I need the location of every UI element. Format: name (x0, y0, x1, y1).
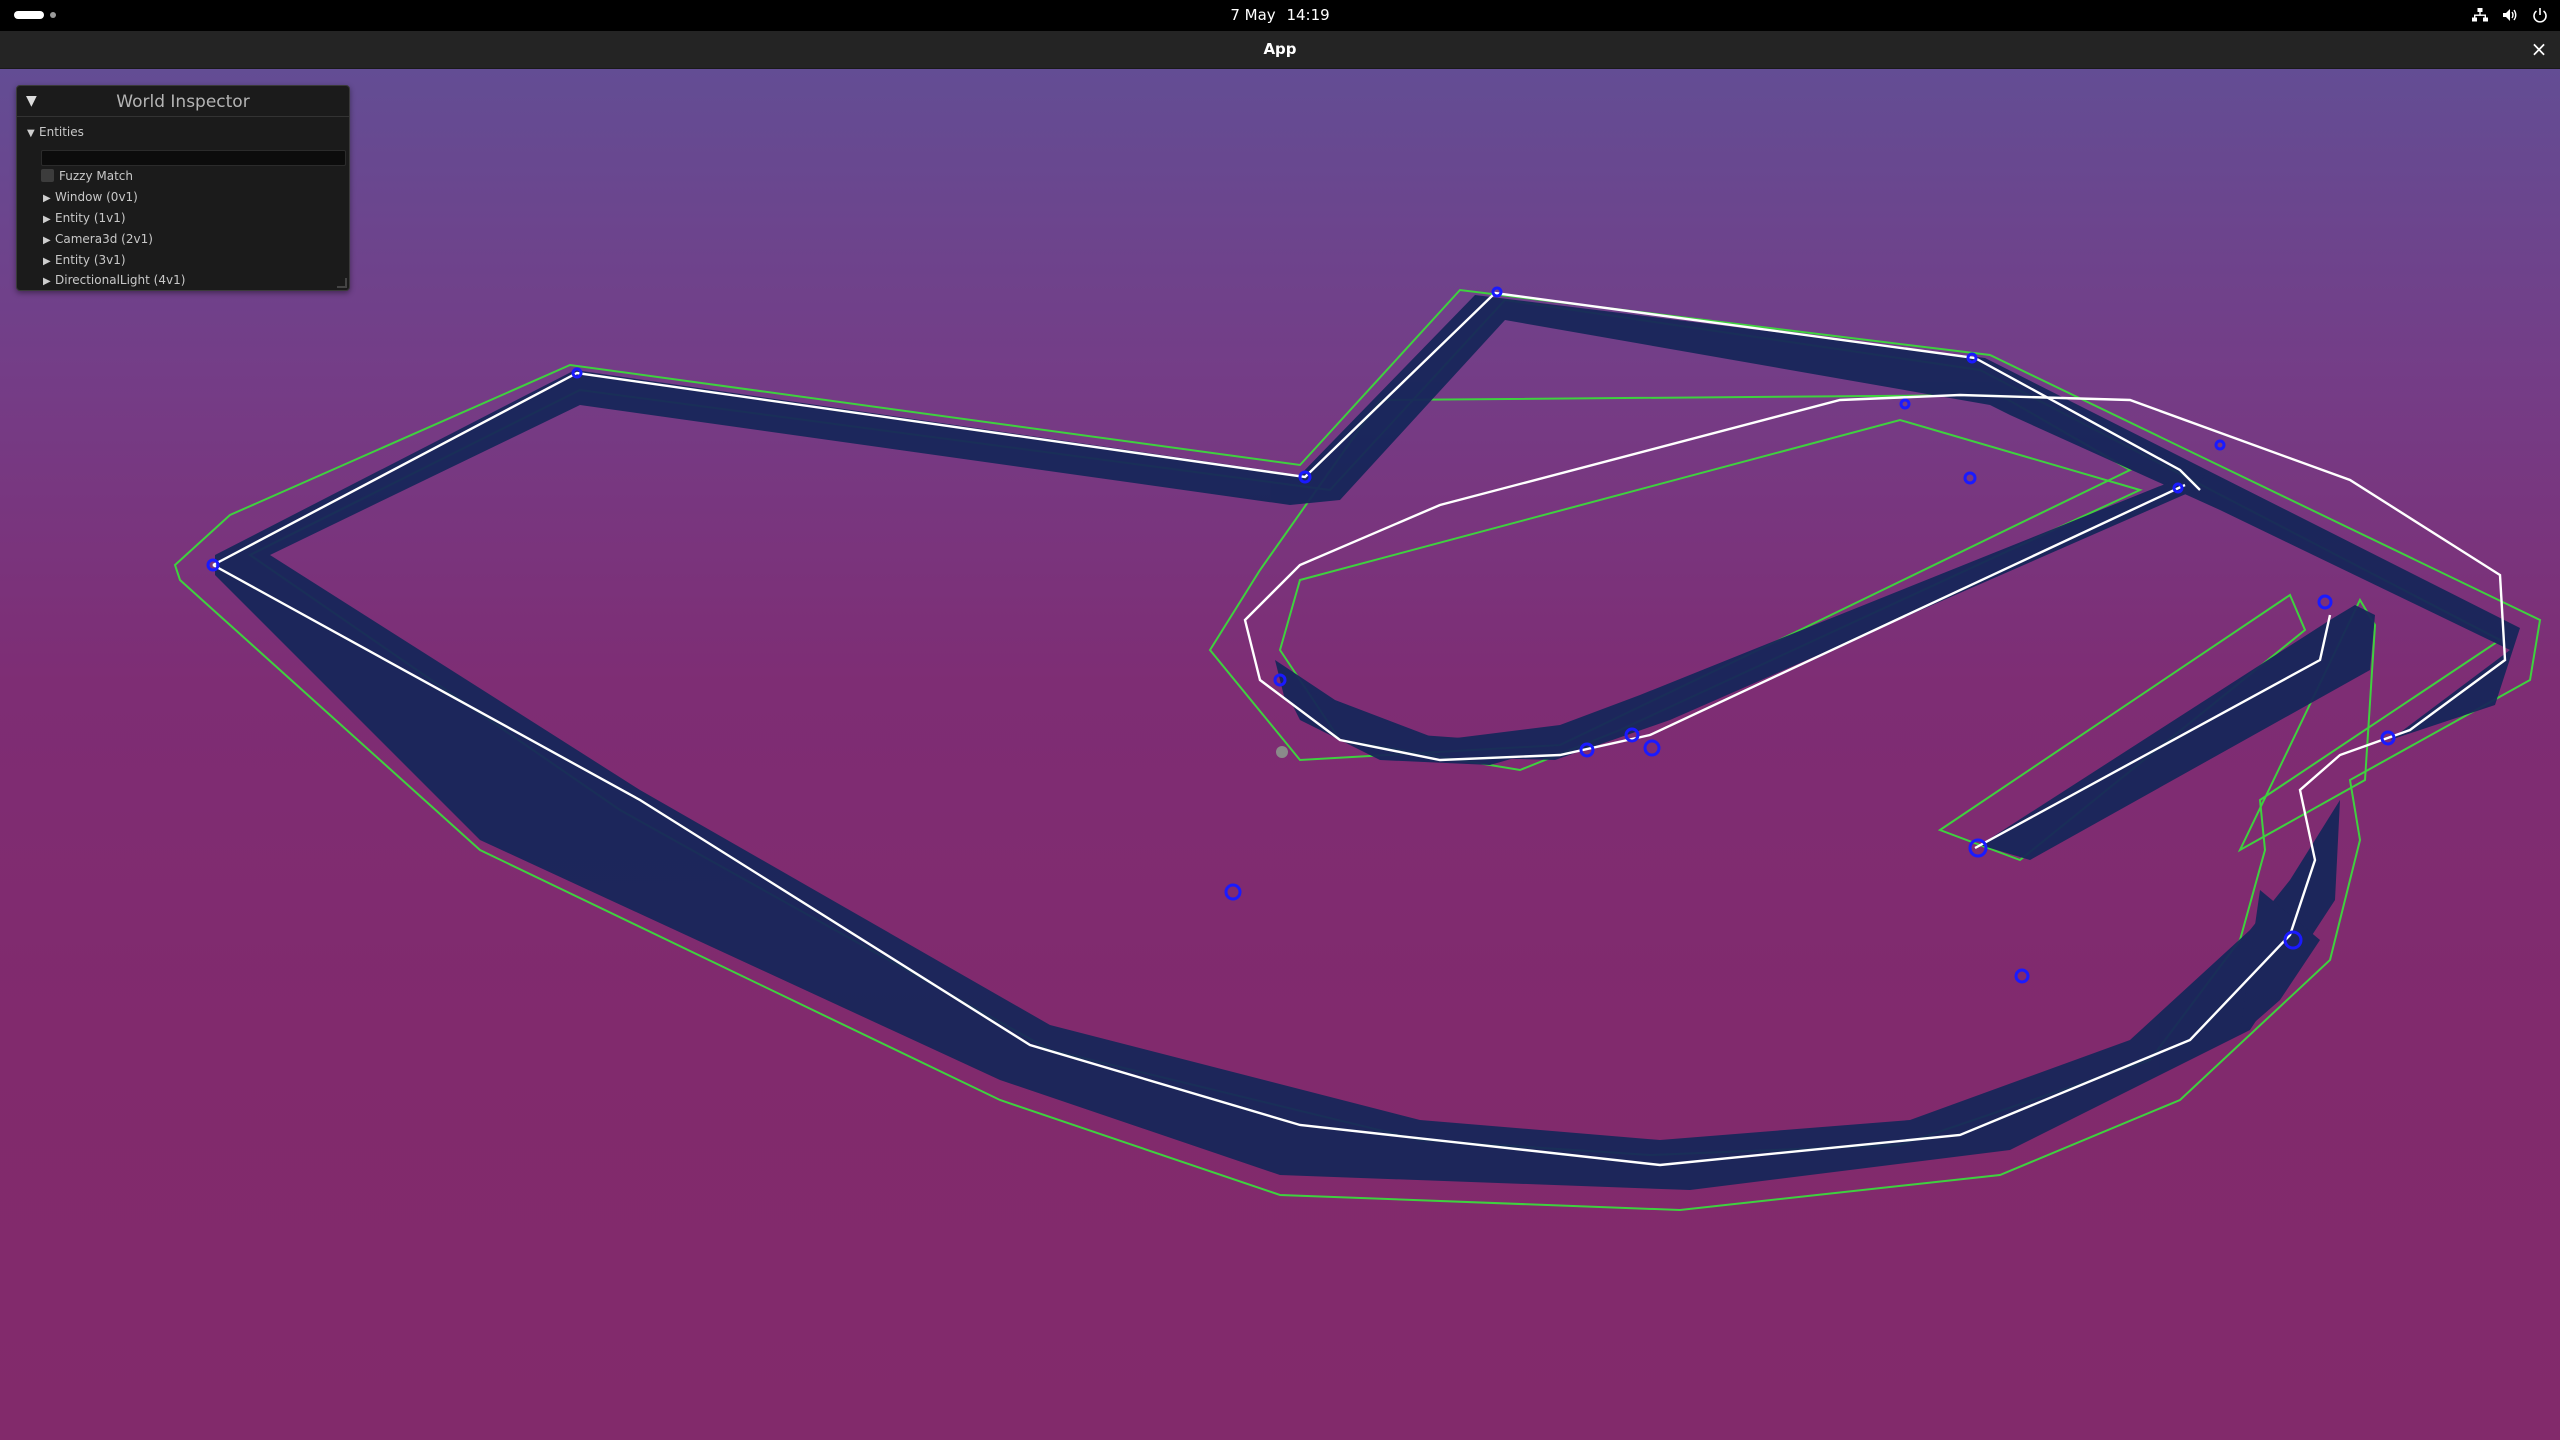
race-track-scene (173, 286, 2542, 1212)
entities-section-header[interactable]: ▼ Entities (27, 122, 349, 142)
entity-row[interactable]: ▶ Entity (3v1) (43, 250, 349, 270)
entity-label: Camera3d (2v1) (55, 232, 153, 246)
checkbox-icon[interactable] (41, 169, 54, 182)
volume-icon[interactable] (2502, 7, 2518, 23)
clock-time: 14:19 (1286, 6, 1330, 24)
world-inspector-panel[interactable]: ▼ World Inspector ▼ Entities Fuzzy Match … (16, 85, 350, 291)
window-title: App (1263, 40, 1297, 58)
inspector-title: World Inspector (116, 92, 250, 112)
entity-label: Entity (1v1) (55, 211, 126, 225)
fuzzy-match-label: Fuzzy Match (59, 169, 133, 183)
window-close-button[interactable]: × (2528, 38, 2550, 60)
system-tray[interactable] (2472, 5, 2548, 25)
entities-section-label: Entities (39, 125, 84, 139)
render-viewport[interactable] (0, 69, 2560, 1440)
collapsed-triangle-icon: ▶ (43, 256, 51, 267)
system-top-bar: 7 May 14:19 (0, 0, 2560, 31)
expanded-triangle-icon: ▼ (27, 128, 35, 139)
window-title-bar[interactable]: App × (0, 31, 2560, 69)
power-icon[interactable] (2532, 7, 2548, 23)
entity-label: Window (0v1) (55, 190, 138, 204)
collapsed-triangle-icon: ▶ (43, 276, 51, 287)
track-road-surface (215, 295, 2520, 1190)
collapsed-triangle-icon: ▶ (43, 193, 51, 204)
clock-date: 7 May (1230, 6, 1276, 24)
entity-row[interactable]: ▶ Window (0v1) (43, 187, 349, 207)
light-gizmo (1276, 746, 1288, 758)
entity-row[interactable]: ▶ Camera3d (2v1) (43, 229, 349, 249)
inspector-header: ▼ World Inspector (17, 86, 349, 117)
clock[interactable]: 7 May 14:19 (0, 6, 2560, 24)
network-icon[interactable] (2472, 7, 2488, 23)
entity-label: Entity (3v1) (55, 253, 126, 267)
panel-resize-handle[interactable] (337, 278, 347, 288)
entity-label: DirectionalLight (4v1) (55, 273, 186, 287)
collapsed-triangle-icon: ▶ (43, 214, 51, 225)
entity-filter-input[interactable] (41, 150, 346, 166)
entity-row[interactable]: ▶ Entity (1v1) (43, 208, 349, 228)
fuzzy-match-checkbox[interactable]: Fuzzy Match (41, 166, 349, 186)
collapsed-triangle-icon: ▶ (43, 235, 51, 246)
entity-row[interactable]: ▶ DirectionalLight (4v1) (43, 270, 349, 288)
